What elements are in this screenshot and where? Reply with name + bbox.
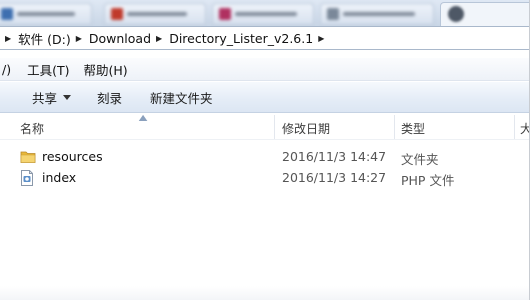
- file-date: 2016/11/3 14:27: [282, 170, 387, 185]
- file-type: PHP 文件: [401, 173, 455, 188]
- breadcrumb-directory-lister[interactable]: Directory_Lister_v2.6.1: [169, 31, 313, 46]
- column-header-date[interactable]: 修改日期: [282, 120, 330, 137]
- command-bar: 共享 刻录 新建文件夹: [0, 82, 529, 113]
- tab-favicon-icon: [1, 8, 13, 20]
- burn-button-label: 刻录: [97, 90, 123, 106]
- circle-icon: [448, 6, 464, 22]
- browser-tab[interactable]: [104, 3, 206, 25]
- menu-item-view[interactable]: /): [2, 62, 11, 77]
- list-item[interactable]: resources 2016/11/3 14:47 文件夹: [0, 146, 529, 167]
- chevron-right-icon[interactable]: ▶: [76, 34, 82, 43]
- file-date: 2016/11/3 14:47: [282, 149, 387, 164]
- caret-down-icon: [63, 94, 72, 100]
- column-header-type[interactable]: 类型: [401, 120, 425, 137]
- column-header-name[interactable]: 名称: [20, 120, 44, 137]
- browser-tab[interactable]: [0, 3, 92, 25]
- column-header-size[interactable]: 大: [520, 120, 529, 137]
- new-folder-button[interactable]: 新建文件夹: [150, 88, 213, 107]
- breadcrumb-drive[interactable]: 软件 (D:): [18, 29, 71, 48]
- burn-button[interactable]: 刻录: [97, 88, 122, 107]
- tab-favicon-icon: [327, 8, 339, 20]
- menu-item-help[interactable]: 帮助(H): [83, 60, 127, 79]
- column-divider[interactable]: [394, 115, 395, 139]
- chevron-right-icon[interactable]: ▶: [318, 34, 324, 43]
- browser-tab[interactable]: [212, 3, 314, 25]
- breadcrumb-download[interactable]: Download: [89, 31, 151, 46]
- share-button[interactable]: 共享: [32, 88, 72, 107]
- menu-item-tools[interactable]: 工具(T): [27, 60, 69, 79]
- php-file-icon: [20, 170, 34, 189]
- list-item[interactable]: index 2016/11/3 14:27 PHP 文件: [0, 167, 529, 189]
- chevron-right-icon[interactable]: ▶: [156, 34, 162, 43]
- column-divider[interactable]: [514, 115, 515, 139]
- menu-bar: /) 工具(T) 帮助(H): [0, 58, 529, 81]
- sort-up-icon: ▲: [138, 113, 148, 122]
- share-button-label: 共享: [32, 90, 58, 106]
- file-name[interactable]: index: [42, 170, 76, 185]
- tab-favicon-icon: [111, 8, 123, 20]
- tab-favicon-icon: [219, 8, 231, 20]
- browser-tab-strip: [0, 0, 529, 26]
- chevron-right-icon[interactable]: ▶: [5, 34, 11, 43]
- new-folder-button-label: 新建文件夹: [150, 90, 213, 106]
- browser-tab[interactable]: [320, 3, 434, 25]
- folder-icon: [20, 149, 36, 167]
- explorer-window: ▶ 软件 (D:) ▶ Download ▶ Directory_Lister_…: [0, 0, 530, 300]
- file-list: resources 2016/11/3 14:47 文件夹 index 2016…: [0, 146, 529, 189]
- file-type: 文件夹: [401, 152, 439, 167]
- column-header: ▲ 名称 修改日期 类型 大: [0, 113, 529, 140]
- window-bottom-edge: [0, 286, 529, 300]
- column-divider[interactable]: [274, 115, 275, 139]
- breadcrumb[interactable]: ▶ 软件 (D:) ▶ Download ▶ Directory_Lister_…: [0, 26, 529, 50]
- file-name[interactable]: resources: [42, 149, 103, 164]
